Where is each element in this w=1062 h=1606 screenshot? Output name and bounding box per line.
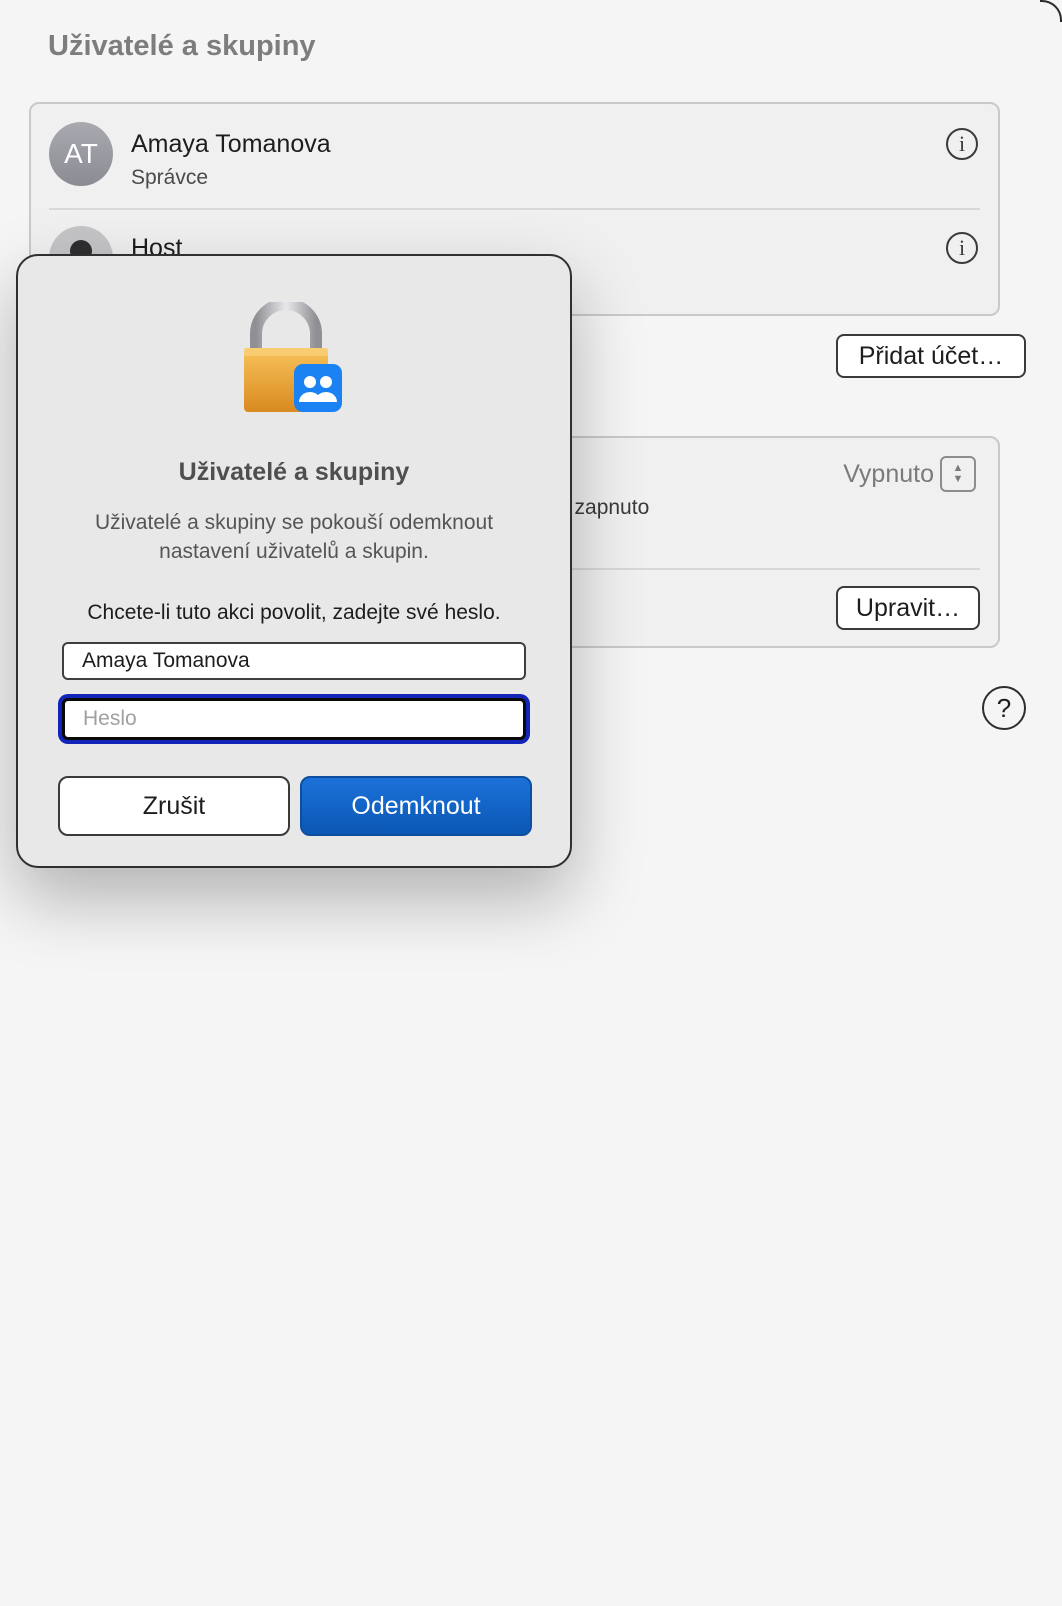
dialog-message: Uživatelé a skupiny se pokouší odemknout…	[94, 511, 494, 563]
user-name: Amaya Tomanova	[131, 130, 331, 158]
username-field[interactable]	[62, 642, 526, 680]
cancel-button[interactable]: Zrušit	[58, 776, 290, 836]
setting-value: Vypnuto	[843, 460, 934, 488]
password-field[interactable]	[62, 698, 526, 740]
dialog-title: Uživatelé a skupiny	[178, 458, 410, 486]
dialog-prompt: Chcete-li tuto akci povolit, zadejte své…	[87, 601, 501, 624]
unlock-dialog: Uživatelé a skupiny Uživatelé a skupiny …	[16, 254, 572, 868]
user-role: Správce	[131, 166, 209, 189]
lock-icon	[244, 302, 342, 412]
info-icon[interactable]: i	[946, 232, 978, 264]
users-badge-icon	[294, 364, 342, 412]
edit-button[interactable]: Upravit…	[836, 586, 980, 630]
help-button[interactable]: ?	[982, 686, 1026, 730]
info-icon[interactable]: i	[946, 128, 978, 160]
avatar: AT	[49, 122, 113, 186]
window-corner	[1040, 0, 1062, 22]
page-title: Uživatelé a skupiny	[48, 30, 316, 62]
unlock-button[interactable]: Odemknout	[300, 776, 532, 836]
user-row-admin: AT Amaya Tomanova Správce i	[49, 104, 980, 204]
stepper-icon[interactable]: ▲ ▼	[940, 456, 976, 492]
add-account-button[interactable]: Přidat účet…	[836, 334, 1026, 378]
